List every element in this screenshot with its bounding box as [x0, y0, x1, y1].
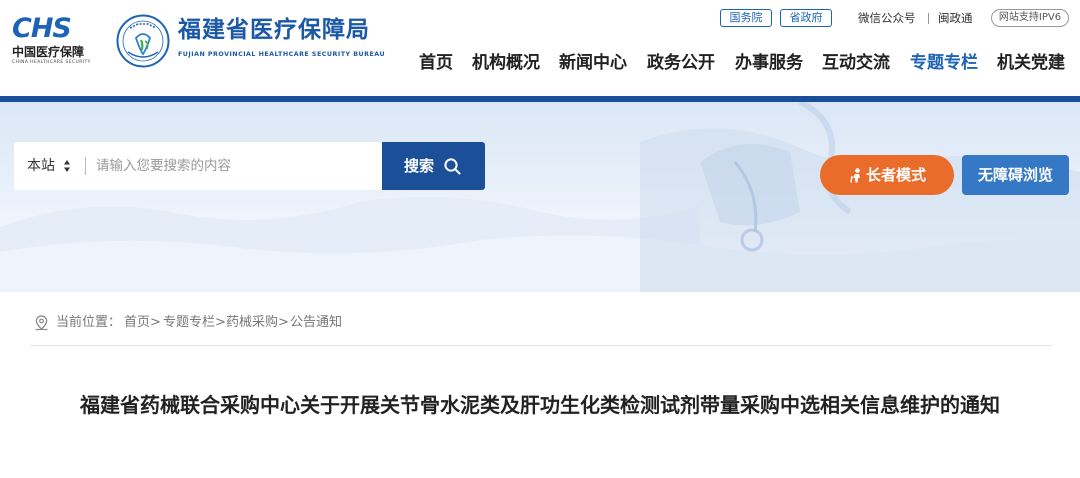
nav-news[interactable]: 新闻中心 — [559, 49, 627, 77]
search-input[interactable] — [96, 148, 376, 184]
link-divider — [928, 13, 929, 24]
bureau-name-cn[interactable]: 福建省医疗保障局 — [178, 15, 370, 45]
breadcrumb-label: 当前位置： — [56, 315, 122, 330]
search-button-label: 搜索 — [404, 157, 435, 175]
sort-arrows-icon[interactable] — [63, 158, 71, 174]
search-icon — [444, 158, 461, 175]
breadcrumb-special-topics[interactable]: 专题专栏> — [163, 314, 226, 332]
nav-party-building[interactable]: 机关党建 — [997, 49, 1065, 77]
breadcrumb-current: 公告通知 — [290, 315, 343, 330]
content-divider — [30, 345, 1052, 346]
search-divider — [85, 157, 86, 175]
state-council-link[interactable]: 国务院 — [720, 9, 772, 27]
location-pin-icon — [35, 315, 48, 331]
banner: 本站 搜索 长者模式 无障碍浏览 — [0, 102, 1080, 292]
nav-special-topics[interactable]: 专题专栏 — [910, 49, 978, 77]
breadcrumb-procurement[interactable]: 药械采购> — [226, 314, 289, 332]
search-box: 本站 — [14, 142, 382, 190]
nav-about[interactable]: 机构概况 — [472, 49, 540, 77]
site-header: CHS 中国医疗保障 CHINA HEALTHCARE SECURITY 福建省… — [0, 0, 1080, 96]
elder-mode-label: 长者模式 — [866, 166, 927, 184]
banner-background-art — [0, 102, 1080, 292]
article-title: 福建省药械联合采购中心关于开展关节骨水泥类及肝功生化类检测试剂带量采购中选相关信… — [80, 393, 1000, 417]
wechat-link[interactable]: 微信公众号 — [858, 10, 916, 26]
elder-person-icon — [850, 168, 860, 183]
search-button[interactable]: 搜索 — [382, 142, 485, 190]
nav-home[interactable]: 首页 — [419, 49, 453, 77]
accessible-browse-button[interactable]: 无障碍浏览 — [962, 155, 1069, 195]
nav-interaction[interactable]: 互动交流 — [822, 49, 890, 77]
main-nav: 首页 机构概况 新闻中心 政务公开 办事服务 互动交流 专题专栏 机关党建 — [0, 49, 1080, 79]
search-scope-select[interactable]: 本站 — [27, 142, 55, 190]
ipv6-badge[interactable]: 网站支持IPV6 — [991, 9, 1069, 27]
chs-logo-letters: CHS — [12, 13, 72, 44]
nav-gov-affairs[interactable]: 政务公开 — [647, 49, 715, 77]
minzhengtong-link[interactable]: 闽政通 — [938, 10, 973, 26]
elder-mode-button[interactable]: 长者模式 — [820, 155, 954, 195]
provincial-gov-link[interactable]: 省政府 — [780, 9, 832, 27]
breadcrumb-home[interactable]: 首页> — [124, 314, 161, 332]
nav-services[interactable]: 办事服务 — [735, 49, 803, 77]
article-card: 当前位置： 首页> 专题专栏> 药械采购> 公告通知 福建省药械联合采购中心关于… — [14, 292, 1066, 478]
